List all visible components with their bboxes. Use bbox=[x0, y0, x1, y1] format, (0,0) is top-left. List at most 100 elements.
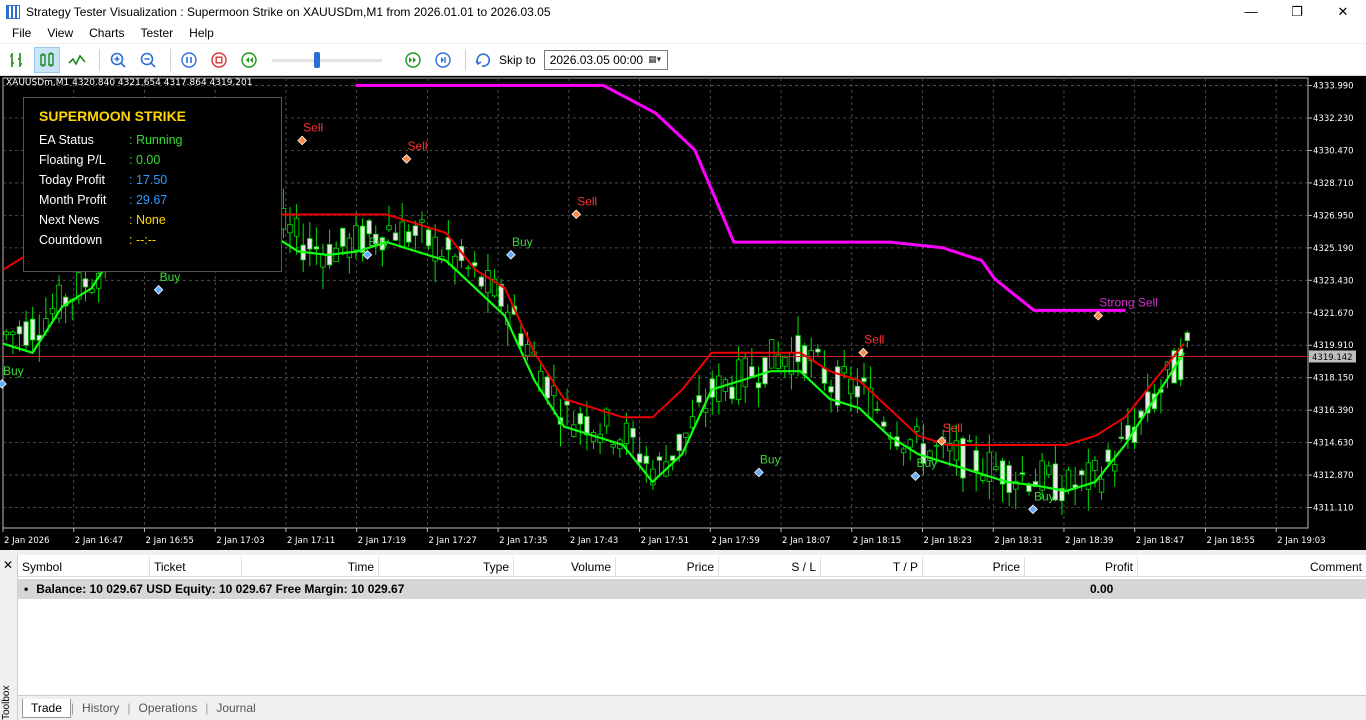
candle-body bbox=[518, 333, 524, 347]
calendar-dropdown-icon[interactable]: ▦▾ bbox=[645, 53, 665, 67]
col-comment[interactable]: Comment bbox=[1138, 557, 1366, 577]
speed-slider[interactable] bbox=[272, 50, 382, 70]
candle-body bbox=[353, 225, 359, 251]
zoom-in-button[interactable] bbox=[105, 47, 131, 73]
close-button[interactable]: ✕ bbox=[1320, 0, 1366, 23]
menu-help[interactable]: Help bbox=[181, 26, 222, 40]
balance-row[interactable]: • Balance: 10 029.67 USD Equity: 10 029.… bbox=[18, 579, 1366, 599]
toolbar: Skip to 2026.03.05 00:00 ▦▾ bbox=[0, 44, 1366, 76]
chart-header: XAUUSDm,M1 4320.840 4321.654 4317.864 43… bbox=[6, 78, 253, 88]
fast-forward-icon bbox=[405, 51, 421, 68]
signal-label: Sell bbox=[408, 139, 428, 153]
signal-label: Buy bbox=[760, 452, 781, 466]
menu-view[interactable]: View bbox=[39, 26, 81, 40]
toolbox-label: Toolbox bbox=[1, 685, 12, 720]
candle-body bbox=[742, 357, 748, 388]
candle-body bbox=[485, 270, 491, 294]
minimize-button[interactable]: — bbox=[1228, 0, 1274, 23]
col-ticket[interactable]: Ticket bbox=[150, 557, 242, 577]
trade-arrow-marker bbox=[1028, 504, 1038, 515]
candle-body bbox=[49, 308, 56, 315]
ema-series-line bbox=[355, 83, 1126, 312]
stop-button[interactable] bbox=[206, 47, 232, 73]
tab-history[interactable]: History bbox=[74, 699, 127, 717]
candle-body bbox=[696, 395, 702, 403]
candle-body bbox=[841, 366, 847, 374]
col-profit[interactable]: Profit bbox=[1025, 557, 1138, 577]
faster-button[interactable] bbox=[400, 47, 426, 73]
line-chart-button[interactable] bbox=[64, 47, 90, 73]
tab-journal[interactable]: Journal bbox=[208, 699, 263, 717]
balance-profit: 0.00 bbox=[1090, 582, 1114, 596]
candlestick-button[interactable] bbox=[34, 46, 60, 73]
candle-body bbox=[392, 232, 399, 241]
menu-charts[interactable]: Charts bbox=[81, 26, 132, 40]
col-type[interactable]: Type bbox=[379, 557, 514, 577]
zoom-out-button[interactable] bbox=[135, 47, 161, 73]
y-tick-label: 4323.430 bbox=[1313, 276, 1354, 286]
x-tick-label: 2 Jan 17:59 bbox=[711, 536, 759, 546]
candle-body bbox=[412, 225, 419, 236]
candle-body bbox=[1184, 332, 1191, 341]
y-tick-label: 4318.150 bbox=[1313, 374, 1354, 384]
ea-status-label: EA Status bbox=[39, 133, 94, 147]
menu-tester[interactable]: Tester bbox=[132, 26, 181, 40]
signal-label: Buy bbox=[1034, 489, 1055, 503]
title-bar: Strategy Tester Visualization : Supermoo… bbox=[0, 0, 1366, 23]
x-tick-label: 2 Jan 17:35 bbox=[499, 536, 547, 546]
trade-arrow-marker bbox=[506, 250, 516, 260]
candle-body bbox=[815, 348, 821, 353]
x-tick-label: 2 Jan 17:43 bbox=[570, 536, 618, 546]
candle-body bbox=[29, 318, 36, 341]
col-current-price[interactable]: Price bbox=[923, 557, 1025, 577]
col-take-profit[interactable]: T / P bbox=[821, 557, 923, 577]
window-controls: — ❐ ✕ bbox=[1228, 0, 1366, 23]
toolbox-close-icon[interactable]: ✕ bbox=[3, 558, 13, 572]
ea-info-panel: SUPERMOON STRIKE EA Status : Running Flo… bbox=[23, 97, 282, 272]
x-tick-label: 2 Jan 2026 bbox=[4, 536, 50, 546]
candle-body bbox=[907, 439, 913, 448]
skip-to-date-select[interactable]: 2026.03.05 00:00 ▦▾ bbox=[543, 49, 668, 70]
x-tick-label: 2 Jan 18:31 bbox=[994, 536, 1042, 546]
candle-body bbox=[636, 453, 643, 463]
slower-button[interactable] bbox=[236, 47, 262, 73]
trade-arrow-marker bbox=[401, 154, 412, 164]
skip-to-button[interactable] bbox=[471, 47, 497, 73]
candle-body bbox=[933, 444, 940, 447]
restore-button[interactable]: ❐ bbox=[1274, 0, 1320, 23]
candle-body bbox=[782, 356, 788, 367]
tab-operations[interactable]: Operations bbox=[131, 699, 206, 717]
col-stop-loss[interactable]: S / L bbox=[719, 557, 821, 577]
candle-body bbox=[551, 385, 557, 397]
candle-body bbox=[16, 326, 23, 335]
step-forward-button[interactable] bbox=[430, 47, 456, 73]
trade-arrow-marker bbox=[571, 209, 582, 220]
candle-body bbox=[848, 378, 854, 395]
menu-file[interactable]: File bbox=[4, 26, 39, 40]
x-tick-label: 2 Jan 18:07 bbox=[782, 536, 830, 546]
x-tick-label: 2 Jan 17:51 bbox=[641, 536, 689, 546]
col-volume[interactable]: Volume bbox=[514, 557, 616, 577]
candle-body bbox=[881, 421, 887, 427]
candle-body bbox=[630, 427, 636, 438]
col-price[interactable]: Price bbox=[616, 557, 719, 577]
zoom-out-icon bbox=[140, 52, 156, 68]
col-time[interactable]: Time bbox=[242, 557, 379, 577]
pause-icon bbox=[181, 51, 197, 68]
bar-chart-button[interactable] bbox=[4, 47, 30, 73]
speed-slider-thumb[interactable] bbox=[313, 51, 320, 68]
candle-body bbox=[914, 426, 920, 432]
month-profit-label: Month Profit bbox=[39, 193, 107, 207]
candle-body bbox=[346, 237, 353, 258]
chart-area[interactable]: 4333.990 4332.230 4330.470 4328.710 4326.950… bbox=[0, 76, 1366, 550]
col-symbol[interactable]: Symbol bbox=[18, 557, 150, 577]
month-profit-value: : 29.67 bbox=[129, 193, 168, 207]
candle-body bbox=[643, 455, 649, 464]
toolbar-separator bbox=[170, 48, 171, 71]
tab-trade[interactable]: Trade bbox=[22, 698, 71, 718]
toolbar-separator bbox=[465, 48, 466, 71]
pause-button[interactable] bbox=[176, 47, 202, 73]
signal-label: Buy bbox=[3, 364, 24, 378]
candle-body bbox=[854, 385, 861, 398]
step-forward-icon bbox=[435, 51, 451, 68]
